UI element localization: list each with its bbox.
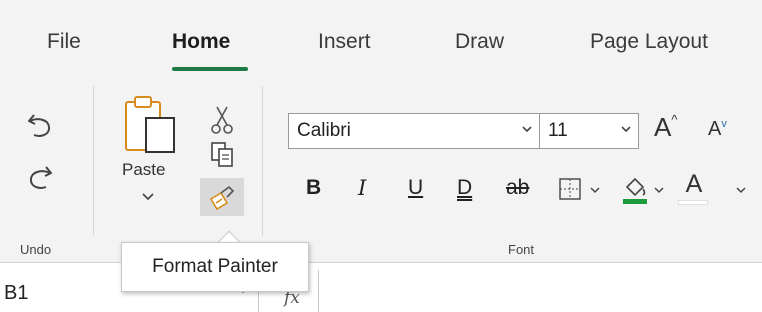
font-size-combo[interactable]: 11 [539, 113, 639, 149]
group-divider [262, 86, 263, 236]
font-color-swatch [678, 200, 708, 205]
font-color-chevron-icon[interactable] [734, 184, 748, 196]
copy-icon[interactable] [206, 138, 238, 170]
caret-up-icon: ^ [671, 112, 678, 127]
tab-draw[interactable]: Draw [455, 30, 504, 54]
font-name-combo[interactable]: Calibri [288, 113, 540, 149]
font-name-value: Calibri [297, 120, 351, 141]
font-color-letter: A [685, 170, 703, 198]
ribbon: Undo Paste Calibri 11 A^ Av B I U D ab A… [0, 86, 762, 262]
formula-bar-divider [318, 270, 319, 312]
borders-icon[interactable] [555, 174, 585, 204]
caret-down-icon: v [721, 118, 727, 130]
scissors-icon[interactable] [206, 104, 238, 136]
ribbon-tabs: File Home Insert Draw Page Layout [0, 0, 762, 86]
bold-button[interactable]: B [306, 176, 321, 200]
redo-icon[interactable] [20, 160, 60, 196]
group-divider [93, 86, 94, 236]
font-size-chevron-icon[interactable] [620, 124, 632, 134]
increase-font-size-letter: A [654, 112, 672, 142]
paste-dropdown-chevron-icon[interactable] [140, 190, 156, 204]
format-painter-tooltip: Format Painter [121, 242, 309, 292]
tab-page-layout[interactable]: Page Layout [590, 30, 708, 54]
tab-insert[interactable]: Insert [318, 30, 371, 54]
increase-font-size-button[interactable]: A^ [654, 112, 677, 143]
font-color-button[interactable]: A [678, 170, 710, 206]
decrease-font-size-letter: A [708, 118, 722, 140]
paintbrush-icon[interactable] [200, 178, 244, 216]
font-size-value: 11 [548, 120, 568, 141]
underline-button[interactable]: U [408, 176, 423, 200]
decrease-font-size-button[interactable]: Av [708, 118, 727, 141]
paste-label[interactable]: Paste [122, 160, 165, 180]
font-name-chevron-icon[interactable] [521, 124, 533, 134]
paste-icon[interactable] [118, 90, 186, 158]
double-underline-button[interactable]: D [457, 176, 472, 200]
italic-button[interactable]: I [358, 176, 366, 200]
active-tab-indicator [172, 67, 248, 71]
undo-group-label: Undo [20, 242, 52, 257]
font-group-label: Font [508, 242, 535, 257]
tab-file[interactable]: File [47, 30, 81, 54]
fill-color-icon[interactable] [620, 170, 650, 206]
undo-icon[interactable] [20, 108, 60, 144]
borders-chevron-icon[interactable] [588, 184, 602, 196]
tab-home[interactable]: Home [172, 30, 230, 54]
strikethrough-button[interactable]: ab [506, 176, 529, 200]
fill-color-chevron-icon[interactable] [652, 184, 666, 196]
